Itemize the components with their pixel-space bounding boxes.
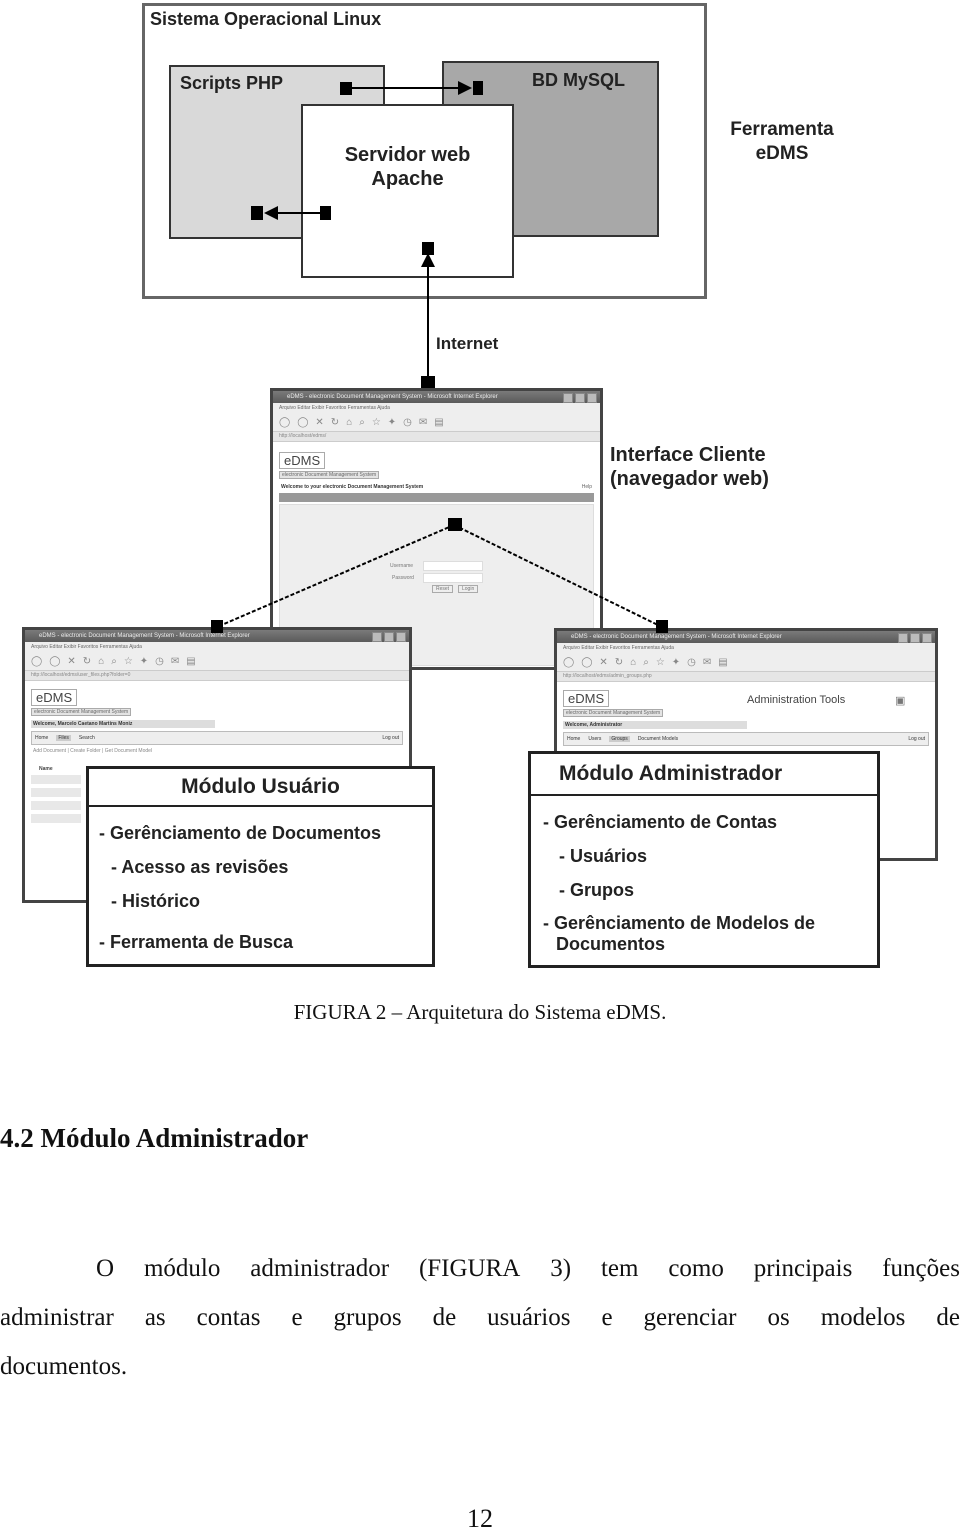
nav-document-models[interactable]: Document Models xyxy=(638,736,678,742)
paragraph-word: tem xyxy=(600,1255,639,1282)
nav-users[interactable]: Users xyxy=(588,736,601,742)
figure-caption: FIGURA 2 – Arquitetura do Sistema eDMS. xyxy=(293,1000,667,1024)
paragraph-word: modelos xyxy=(820,1304,906,1331)
paragraph-word: contas xyxy=(196,1304,261,1331)
file-item[interactable] xyxy=(31,788,81,797)
paragraph-line-2: administrar as contas e grupos de usuários e ger… xyxy=(0,1304,960,1332)
client-user-dashed-line xyxy=(216,524,455,628)
paragraph-word: como xyxy=(668,1255,724,1282)
paragraph-word: funções xyxy=(882,1255,960,1282)
admin-module-item: - Grupos xyxy=(559,880,634,900)
paragraph-word: módulo xyxy=(143,1255,221,1282)
logout-link[interactable]: Log out xyxy=(382,735,399,741)
user-nav: Home Files Search Log out xyxy=(31,731,403,745)
page-number: 12 xyxy=(467,1504,493,1533)
admin-module-box: Módulo Administrador - Gerênciamento de … xyxy=(528,751,880,968)
user-module-box: Módulo Usuário - Gerênciamento de Docume… xyxy=(86,766,435,967)
user-module-item: - Acesso as revisões xyxy=(111,857,289,877)
welcome-message: Welcome, Marcelo Caetano Martins Moniz xyxy=(31,720,215,728)
paragraph-word: principais xyxy=(753,1255,853,1282)
paragraph-word: administrar xyxy=(0,1304,114,1331)
admin-module-item: Documentos xyxy=(556,934,666,954)
client-connectors-svg xyxy=(211,518,668,633)
nav-home[interactable]: Home xyxy=(567,736,580,742)
admin-window-square xyxy=(656,620,668,633)
paragraph-word: as xyxy=(144,1304,166,1331)
welcome-message: Welcome, Administrator xyxy=(563,721,747,729)
user-window-square xyxy=(211,620,223,633)
paragraph-word: de xyxy=(936,1304,960,1331)
paragraph-word: (FIGURA xyxy=(418,1255,521,1282)
edms-logo-subtitle: electronic Document Management System xyxy=(31,708,132,716)
paragraph-line-1: Omódulo administrador (FIGURA 3) tem como prin… xyxy=(96,1255,960,1283)
paragraph-word: os xyxy=(767,1304,790,1331)
admin-module-title: Módulo Administrador xyxy=(531,754,877,796)
paragraph-word: O xyxy=(96,1255,115,1282)
user-module-item: - Histórico xyxy=(111,891,201,911)
file-actions[interactable]: Add Document | Create Folder | Get Docum… xyxy=(33,748,403,754)
admin-module-item: - Usuários xyxy=(559,846,648,866)
paragraph-line-3: documentos. xyxy=(0,1353,128,1380)
client-admin-dashed-line xyxy=(453,524,663,628)
paragraph-word: e xyxy=(291,1304,303,1331)
paragraph-word: usuários xyxy=(487,1304,571,1331)
user-module-item: - Ferramenta de Busca xyxy=(99,932,294,952)
paragraph-word: grupos xyxy=(333,1304,402,1331)
paragraph-word: administrador xyxy=(250,1255,390,1282)
file-item[interactable] xyxy=(31,814,81,823)
paragraph-word: de xyxy=(432,1304,457,1331)
paragraph-word: e xyxy=(601,1304,613,1331)
client-hub-square xyxy=(448,518,462,531)
logout-link[interactable]: Log out xyxy=(908,736,925,742)
nav-home[interactable]: Home xyxy=(35,735,48,741)
file-item[interactable] xyxy=(31,801,81,810)
nav-search[interactable]: Search xyxy=(79,735,95,741)
section-heading: 4.2 Módulo Administrador xyxy=(0,1123,309,1153)
paragraph-word: gerenciar xyxy=(643,1304,737,1331)
user-module-item: - Gerênciamento de Documentos xyxy=(99,823,382,843)
nav-files[interactable]: Files xyxy=(56,735,71,741)
admin-nav: Home Users Groups Document Models Log ou… xyxy=(563,732,929,746)
admin-module-item: - Gerênciamento de Modelos de xyxy=(543,913,816,933)
edms-logo-subtitle: electronic Document Management System xyxy=(563,709,664,717)
file-item[interactable] xyxy=(31,775,81,784)
admin-module-item: - Gerênciamento de Contas xyxy=(543,812,778,832)
user-module-title: Módulo Usuário xyxy=(89,769,432,807)
paragraph-word: 3) xyxy=(550,1255,572,1282)
nav-groups[interactable]: Groups xyxy=(609,736,630,742)
